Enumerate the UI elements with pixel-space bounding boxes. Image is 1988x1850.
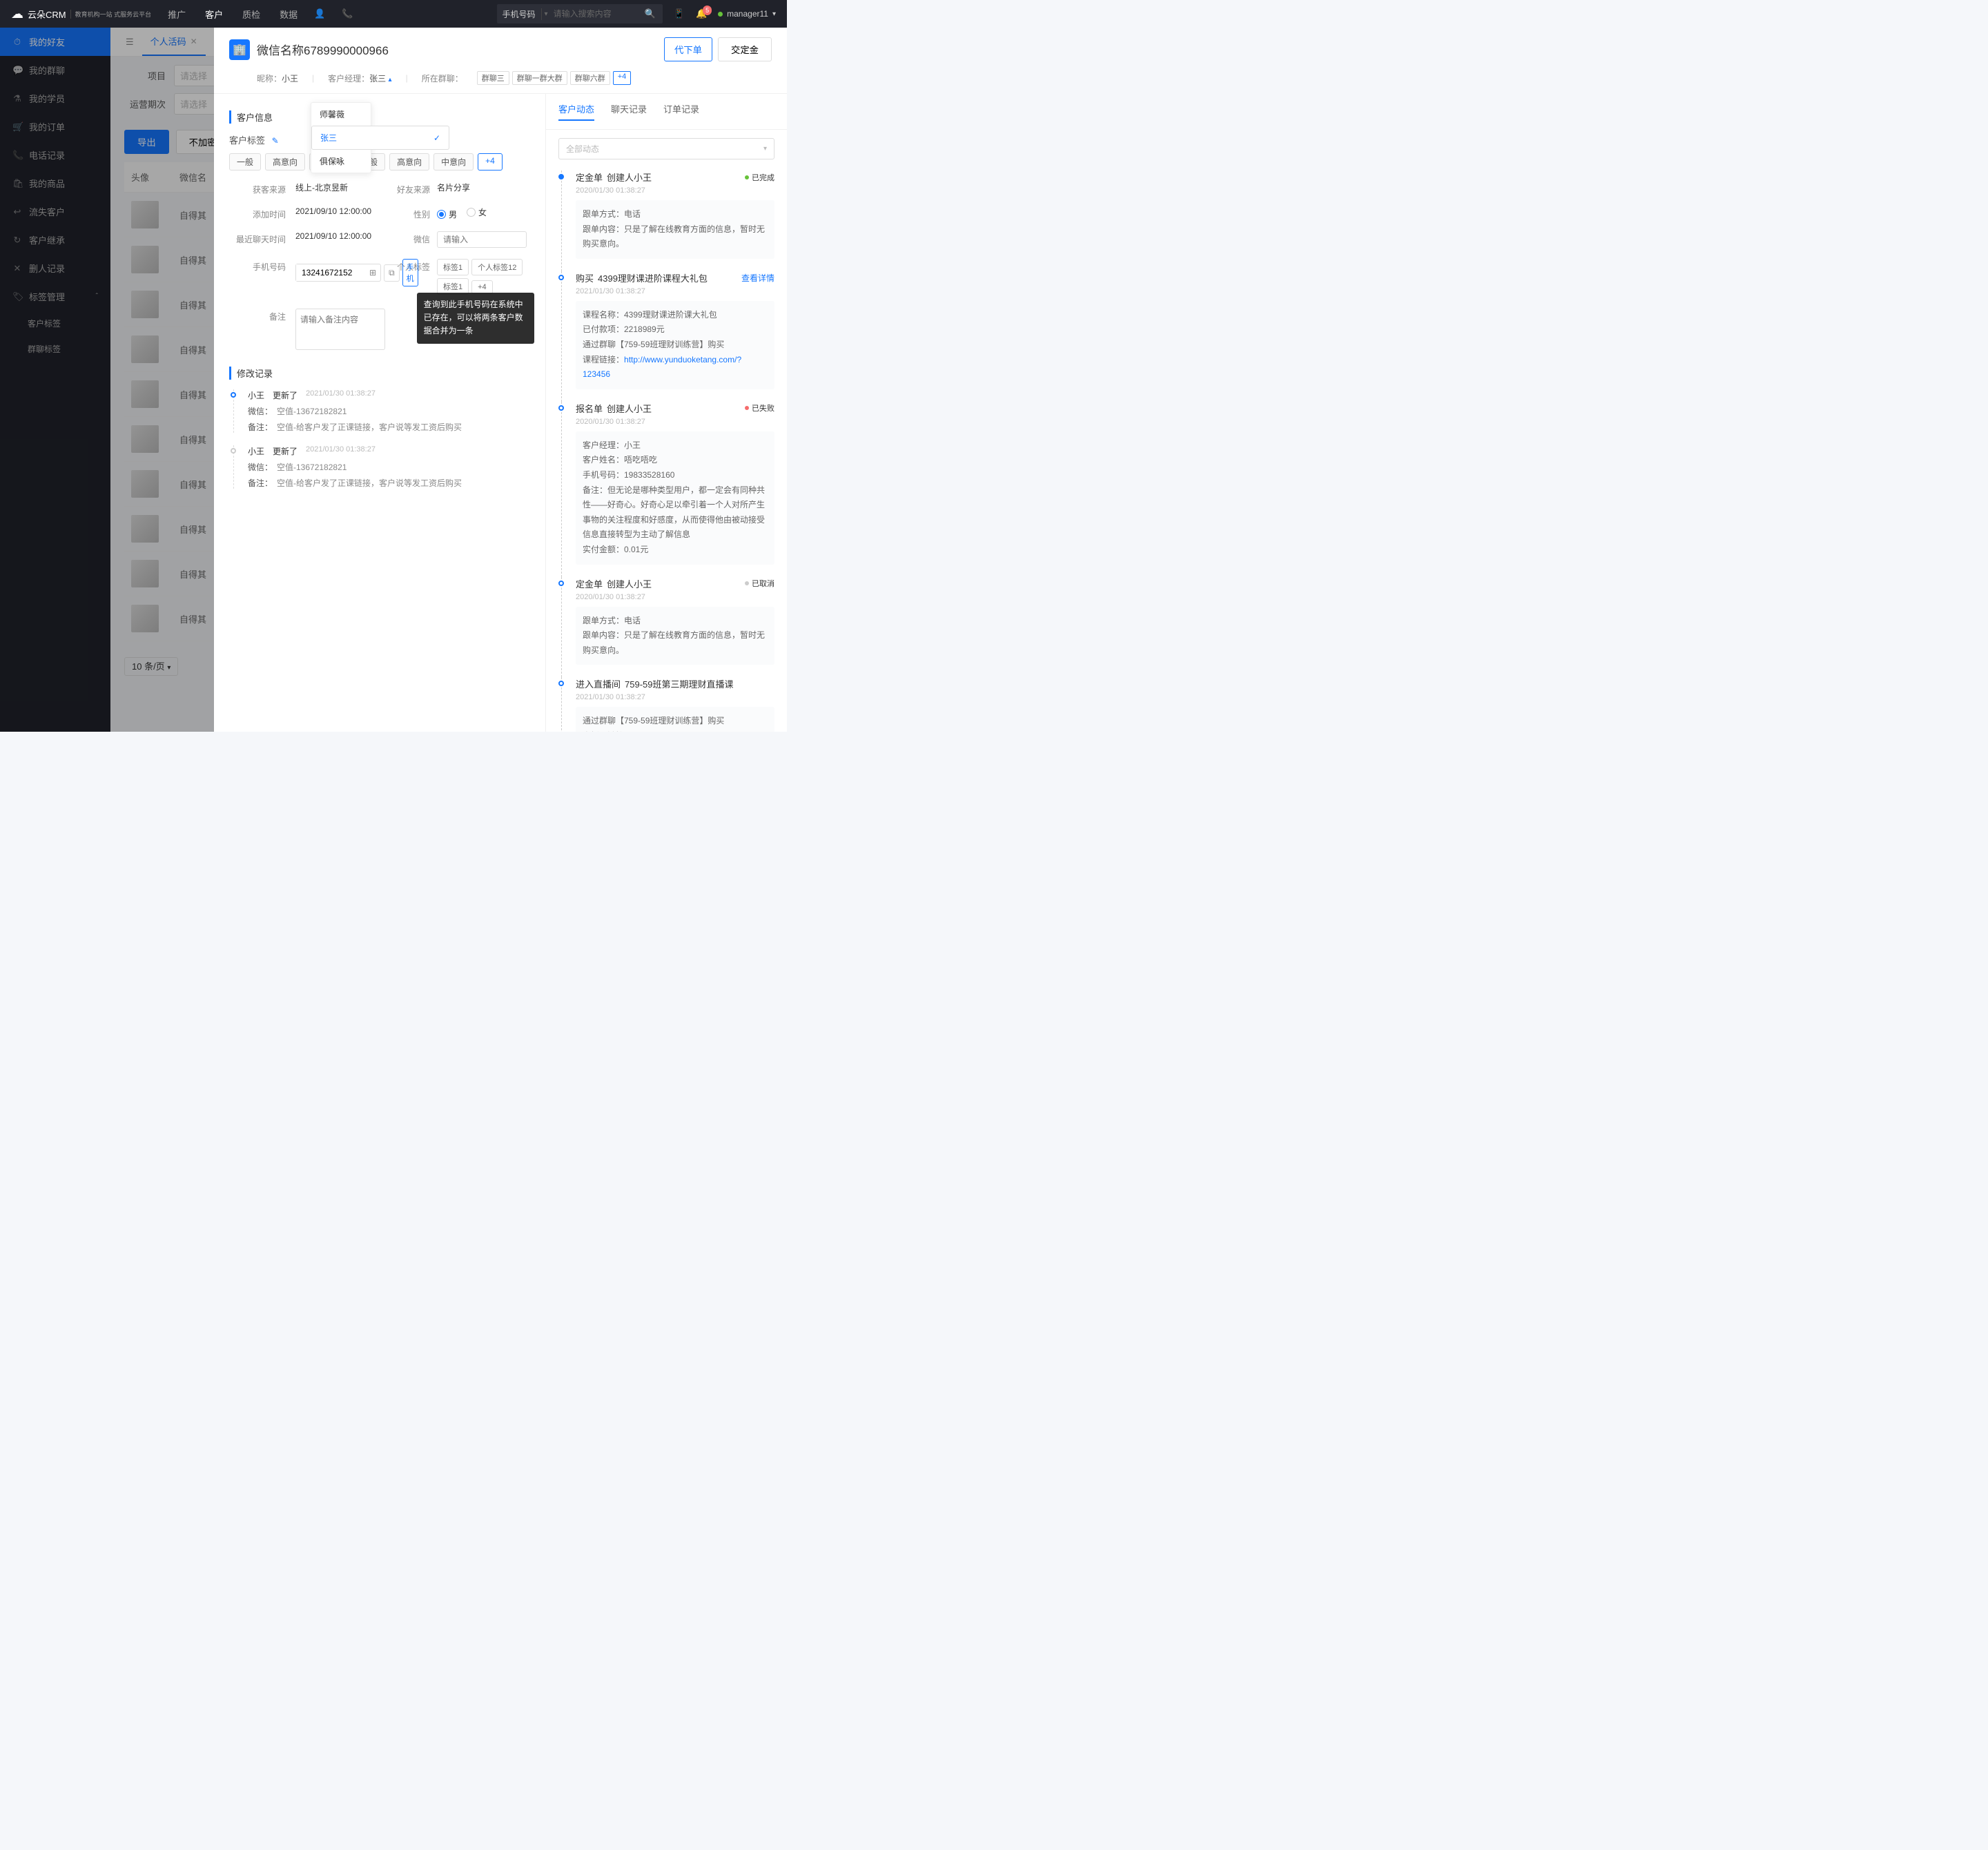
topbar: ☁ 云朵CRM 教育机构一站 式服务云平台 推广 客户 质检 数据 👤 📞 手机号码 … bbox=[0, 0, 787, 28]
group-tag: 群聊六群 bbox=[570, 71, 610, 85]
section-customer-info: 客户信息 bbox=[229, 110, 530, 124]
drawer-subheader: 昵称：小王 | 客户经理：张三 ▴ | 所在群聊： 群聊三群聊一群大群群聊六群+… bbox=[214, 71, 787, 93]
chevron-down-icon: ▾ bbox=[772, 10, 776, 18]
section-mod-log: 修改记录 bbox=[229, 367, 530, 380]
activity-tabs: 客户动态聊天记录订单记录 bbox=[546, 94, 787, 130]
phone-input-wrap: ⊞ bbox=[295, 264, 381, 282]
notification-count: 5 bbox=[703, 6, 712, 15]
copy-button[interactable]: ⧉ bbox=[384, 264, 400, 282]
customer-tag: 高意向 bbox=[265, 153, 305, 171]
topnav-推广[interactable]: 推广 bbox=[168, 8, 186, 21]
link[interactable]: http://www.yunduoketang.com/?123456 bbox=[583, 731, 750, 732]
gender-female-radio[interactable]: 女 bbox=[467, 206, 487, 218]
dropdown-option[interactable]: 师馨薇 bbox=[311, 103, 371, 126]
tag-more[interactable]: +4 bbox=[478, 153, 503, 171]
cloud-logo-icon: ☁ bbox=[11, 7, 23, 21]
order-button[interactable]: 代下单 bbox=[664, 37, 712, 61]
link[interactable]: http://www.yunduoketang.com/?123456 bbox=[583, 355, 741, 380]
group-more[interactable]: +4 bbox=[613, 71, 632, 85]
drawer-header: 🏢 微信名称6789990000966 代下单 交定金 bbox=[214, 28, 787, 71]
drawer-title: 微信名称6789990000966 bbox=[257, 41, 389, 58]
merge-tooltip: 查询到此手机号码在系统中已存在，可以将两条客户数据合并为一条 bbox=[417, 293, 534, 344]
chevron-down-icon: ▾ bbox=[542, 10, 548, 18]
search-input[interactable] bbox=[548, 9, 638, 19]
top-nav: 推广 客户 质检 数据 bbox=[168, 8, 298, 21]
username: manager11 bbox=[727, 9, 768, 19]
activity-item: 购买4399理财课进阶课程大礼包查看详情2021/01/30 01:38:27课… bbox=[561, 271, 774, 402]
search-type-select[interactable]: 手机号码 bbox=[497, 8, 542, 20]
phone-icon[interactable]: 📞 bbox=[342, 8, 353, 19]
remark-textarea[interactable] bbox=[295, 309, 385, 350]
building-icon: 🏢 bbox=[229, 39, 250, 60]
mod-log-item: 小王更新了2021/01/30 01:38:27微信：空值-1367218282… bbox=[233, 445, 530, 489]
dropdown-option[interactable]: 张三✓ bbox=[311, 126, 449, 150]
group-tag: 群聊三 bbox=[477, 71, 509, 85]
logo-subtitle: 教育机构一站 式服务云平台 bbox=[70, 10, 152, 19]
activity-tab[interactable]: 客户动态 bbox=[558, 102, 594, 121]
user-menu[interactable]: manager11 ▾ bbox=[718, 9, 776, 19]
manager-dropdown: 师馨薇张三✓俱保咏 bbox=[311, 102, 371, 173]
deposit-button[interactable]: 交定金 bbox=[718, 37, 772, 61]
personal-tag-more[interactable]: +4 bbox=[471, 280, 493, 294]
activity-tab[interactable]: 订单记录 bbox=[663, 102, 699, 121]
activity-item: 报名单创建人小王已失败2020/01/30 01:38:27客户经理：小王客户姓… bbox=[561, 402, 774, 577]
personal-tag: 个人标签12 bbox=[471, 259, 523, 275]
topnav-质检[interactable]: 质检 bbox=[242, 8, 260, 21]
customer-drawer: 🏢 微信名称6789990000966 代下单 交定金 昵称：小王 | 客户经理… bbox=[214, 28, 787, 732]
dropdown-option[interactable]: 俱保咏 bbox=[311, 150, 371, 173]
gender-male-radio[interactable]: 男 bbox=[437, 208, 457, 220]
topnav-客户[interactable]: 客户 bbox=[205, 8, 223, 21]
customer-tag: 高意向 bbox=[389, 153, 429, 171]
search-icon[interactable]: 🔍 bbox=[638, 8, 663, 19]
group-tag: 群聊一群大群 bbox=[512, 71, 567, 85]
activity-filter-select[interactable]: 全部动态 ▾ bbox=[558, 138, 774, 159]
wechat-input[interactable] bbox=[437, 231, 527, 248]
mod-log-item: 小王更新了2021/01/30 01:38:27微信：空值-1367218282… bbox=[233, 389, 530, 433]
table-icon[interactable]: ⊞ bbox=[365, 268, 380, 278]
logo-text: 云朵CRM bbox=[28, 8, 66, 21]
activity-tab[interactable]: 聊天记录 bbox=[611, 102, 647, 121]
search-box: 手机号码 ▾ 🔍 bbox=[497, 4, 663, 23]
status-online-icon bbox=[718, 12, 723, 17]
activity-item: 进入直播间759-59班第三期理财直播课2021/01/30 01:38:27通… bbox=[561, 677, 774, 732]
tags-label: 客户标签 bbox=[229, 135, 265, 146]
user-icon[interactable]: 👤 bbox=[314, 8, 325, 19]
logo: ☁ 云朵CRM 教育机构一站 式服务云平台 bbox=[11, 7, 151, 21]
activity-panel: 客户动态聊天记录订单记录 全部动态 ▾ 定金单创建人小王已完成2020/01/3… bbox=[545, 94, 787, 732]
chevron-up-icon: ▴ bbox=[389, 76, 392, 84]
edit-tags-icon[interactable]: ✎ bbox=[272, 136, 279, 146]
view-detail[interactable]: 查看详情 bbox=[741, 272, 774, 284]
check-icon: ✓ bbox=[433, 133, 440, 143]
customer-tag: 中意向 bbox=[433, 153, 474, 171]
info-panel: 客户信息 客户标签 ✎ 一般高意向中意向一般高意向中意向+4 获客来源线上-北京… bbox=[214, 94, 545, 732]
customer-tag: 一般 bbox=[229, 153, 261, 171]
personal-tag: 标签1 bbox=[437, 259, 469, 275]
phone-input[interactable] bbox=[296, 264, 365, 281]
manager-select[interactable]: 客户经理：张三 ▴ bbox=[328, 72, 391, 84]
bell-icon[interactable]: 🔔5 bbox=[696, 8, 707, 19]
topnav-数据[interactable]: 数据 bbox=[280, 8, 298, 21]
activity-item: 定金单创建人小王已取消2020/01/30 01:38:27跟单方式：电话跟单内… bbox=[561, 577, 774, 678]
phone-link[interactable]: 手机查询到此手机号码在系统中已存在，可以将两条客户数据合并为一条 bbox=[402, 259, 418, 286]
mobile-icon[interactable]: 📱 bbox=[674, 8, 685, 19]
activity-item: 定金单创建人小王已完成2020/01/30 01:38:27跟单方式：电话跟单内… bbox=[561, 171, 774, 271]
chevron-down-icon: ▾ bbox=[763, 145, 767, 153]
